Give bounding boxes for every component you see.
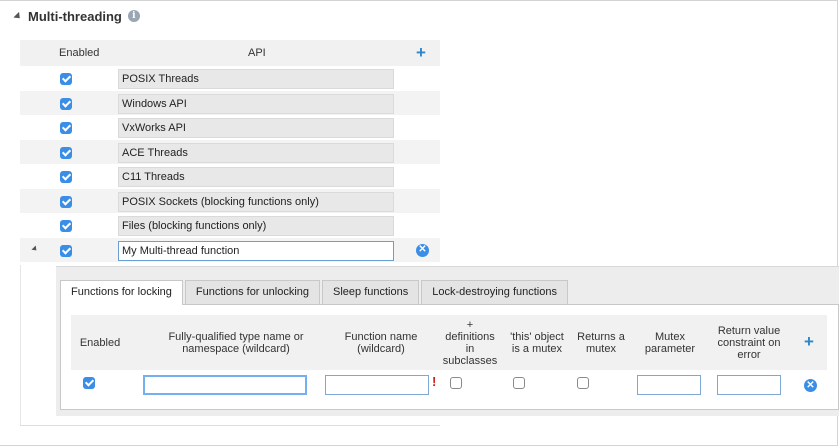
api-row: Files (blocking functions only) [20,213,440,238]
function-name-input[interactable] [325,375,429,395]
return-constraint-input[interactable] [717,375,781,395]
api-enabled-checkbox[interactable] [60,146,72,159]
type-name-input[interactable] [143,375,307,395]
returns-mutex-checkbox[interactable] [577,377,589,389]
column-header-this-mutex: 'this' object is a mutex [510,330,564,355]
api-enabled-checkbox[interactable] [60,97,72,110]
api-enabled-checkbox[interactable] [60,122,72,134]
api-row: C11 Threads [20,164,440,189]
api-row: Windows API [20,90,440,115]
api-name-field[interactable]: ACE Threads [118,142,394,163]
definitions-in-subclasses-checkbox[interactable] [450,377,462,389]
mutex-parameter-input[interactable] [637,375,701,395]
function-details-panel: Functions for locking Functions for unlo… [56,266,839,416]
api-name-input[interactable]: My Multi-thread function [118,240,394,261]
functions-tab-content: Enabled Fully-qualified type name or nam… [60,304,839,410]
column-header-definitions: + definitions in subclasses [442,318,498,367]
section-header[interactable]: Multi-threading i [13,8,140,24]
column-header-return-constraint: Return value constraint on error [717,324,781,361]
tab-sleep-functions[interactable]: Sleep functions [322,280,420,304]
add-api-button[interactable]: + [416,44,426,61]
function-row: ! ✕ [71,371,827,395]
api-table-header: Enabled API + [20,40,440,66]
column-header-enabled: Enabled [79,336,121,349]
divider [20,425,440,426]
section-title: Multi-threading [28,8,122,24]
api-enabled-checkbox[interactable] [60,244,72,257]
api-enabled-checkbox[interactable] [60,195,72,208]
api-name-field[interactable]: POSIX Sockets (blocking functions only) [118,191,394,212]
add-function-button[interactable]: + [804,333,814,350]
tab-functions-for-unlocking[interactable]: Functions for unlocking [184,280,321,304]
api-name-field[interactable]: VxWorks API [118,118,394,138]
api-name-field[interactable]: Windows API [118,93,394,114]
api-enabled-checkbox[interactable] [60,220,72,232]
this-object-mutex-checkbox[interactable] [513,377,525,389]
api-table: Enabled API + POSIX Threads Windows API … [20,40,440,262]
column-header-enabled: Enabled [59,47,100,59]
api-row: ACE Threads [20,139,440,164]
api-row: VxWorks API [20,115,440,140]
remove-circle-icon[interactable]: ✕ [416,243,429,257]
api-enabled-checkbox[interactable] [60,73,72,85]
divider [20,265,21,425]
api-name-field[interactable]: C11 Threads [118,167,394,187]
tab-functions-for-locking[interactable]: Functions for locking [60,280,183,305]
column-header-function-name: Function name (wildcard) [344,330,418,355]
column-header-mutex-parameter: Mutex parameter [644,330,696,355]
api-name-field[interactable]: POSIX Threads [118,69,394,89]
remove-circle-icon[interactable]: ✕ [804,379,817,392]
api-row: POSIX Threads [20,66,440,91]
column-header-returns-mutex: Returns a mutex [577,330,625,355]
tab-lock-destroying-functions[interactable]: Lock-destroying functions [421,280,568,304]
row-expand-arrow-icon[interactable] [31,244,39,253]
function-tabs: Functions for locking Functions for unlo… [60,280,570,305]
info-icon[interactable]: i [127,10,140,22]
api-row: POSIX Sockets (blocking functions only) [20,188,440,213]
validation-error-icon: ! [432,374,437,389]
api-row-selected: My Multi-thread function ✕ [20,237,440,262]
collapse-arrow-icon[interactable] [13,11,23,22]
api-name-field[interactable]: Files (blocking functions only) [118,216,394,236]
functions-table-header: Enabled Fully-qualified type name or nam… [71,315,827,370]
api-enabled-checkbox[interactable] [60,171,72,183]
column-header-type-name: Fully-qualified type name or namespace (… [168,330,304,355]
function-enabled-checkbox[interactable] [83,377,95,389]
column-header-api: API [248,47,266,59]
